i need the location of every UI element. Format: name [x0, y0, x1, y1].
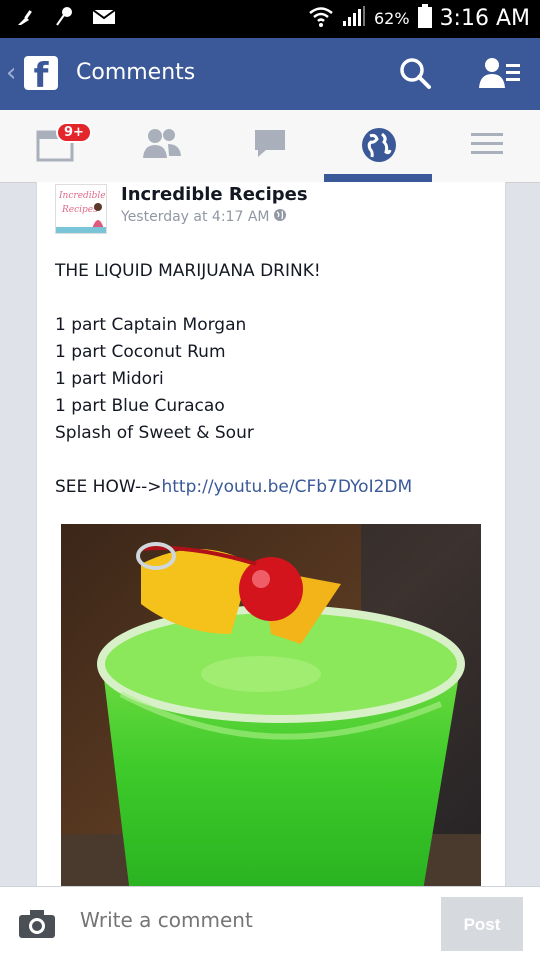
active-tab-indicator: [324, 174, 432, 182]
youtube-link[interactable]: http://youtu.be/CFb7DYoI2DM: [161, 477, 412, 497]
page-name[interactable]: Incredible Recipes: [121, 184, 308, 205]
back-icon[interactable]: ‹: [6, 58, 16, 88]
wifi-icon: [308, 4, 334, 32]
search-icon[interactable]: [398, 56, 432, 94]
post-button[interactable]: Post: [441, 897, 523, 951]
messages-icon[interactable]: [252, 126, 288, 166]
friends-icon[interactable]: [142, 126, 182, 166]
cleaning-icon: [16, 7, 36, 31]
camera-icon[interactable]: [18, 909, 56, 943]
menu-icon[interactable]: [470, 126, 504, 164]
app-header: ‹ f Comments: [0, 38, 540, 110]
notifications-globe-icon[interactable]: [360, 126, 398, 168]
see-how-label: SEE HOW-->: [55, 477, 162, 497]
logo-letter: f: [33, 56, 49, 90]
post-timestamp[interactable]: Yesterday at 4:17 AM: [121, 209, 269, 225]
facebook-logo-icon[interactable]: f: [24, 56, 58, 90]
post-body: THE LIQUID MARIJUANA DRINK! 1 part Capta…: [55, 258, 412, 501]
mail-icon: [92, 8, 116, 30]
comment-input[interactable]: [78, 907, 422, 933]
pin-icon: [54, 6, 74, 32]
avatar-logo-text: Incredible: [58, 191, 106, 201]
battery-icon: [417, 4, 432, 32]
status-icons-left: [16, 6, 116, 32]
notification-badge: 9+: [56, 122, 92, 143]
status-icons-right: 62% 3:16 AM: [308, 4, 530, 32]
post-card: Incredible Recipes Incredible Recipes Ye…: [36, 182, 506, 902]
signal-icon: [342, 5, 366, 31]
friend-requests-icon[interactable]: [478, 56, 522, 94]
status-bar: 62% 3:16 AM: [0, 0, 540, 38]
comment-bar: Post: [0, 886, 540, 961]
avatar-logo-text-2: Recipes: [61, 205, 98, 215]
post-headline: THE LIQUID MARIJUANA DRINK!: [55, 261, 321, 281]
post-ingredients: 1 part Captain Morgan 1 part Coconut Rum…: [55, 315, 254, 443]
public-globe-icon: [273, 208, 287, 226]
page-title: Comments: [76, 60, 196, 85]
post-meta: Yesterday at 4:17 AM: [121, 208, 287, 226]
drink-photo[interactable]: [61, 524, 481, 902]
clock: 3:16 AM: [439, 5, 530, 31]
page-avatar[interactable]: Incredible Recipes: [55, 184, 107, 234]
avatar-image: Incredible Recipes: [56, 185, 106, 233]
nav-bar: [0, 110, 540, 183]
battery-percent: 62%: [374, 8, 410, 28]
